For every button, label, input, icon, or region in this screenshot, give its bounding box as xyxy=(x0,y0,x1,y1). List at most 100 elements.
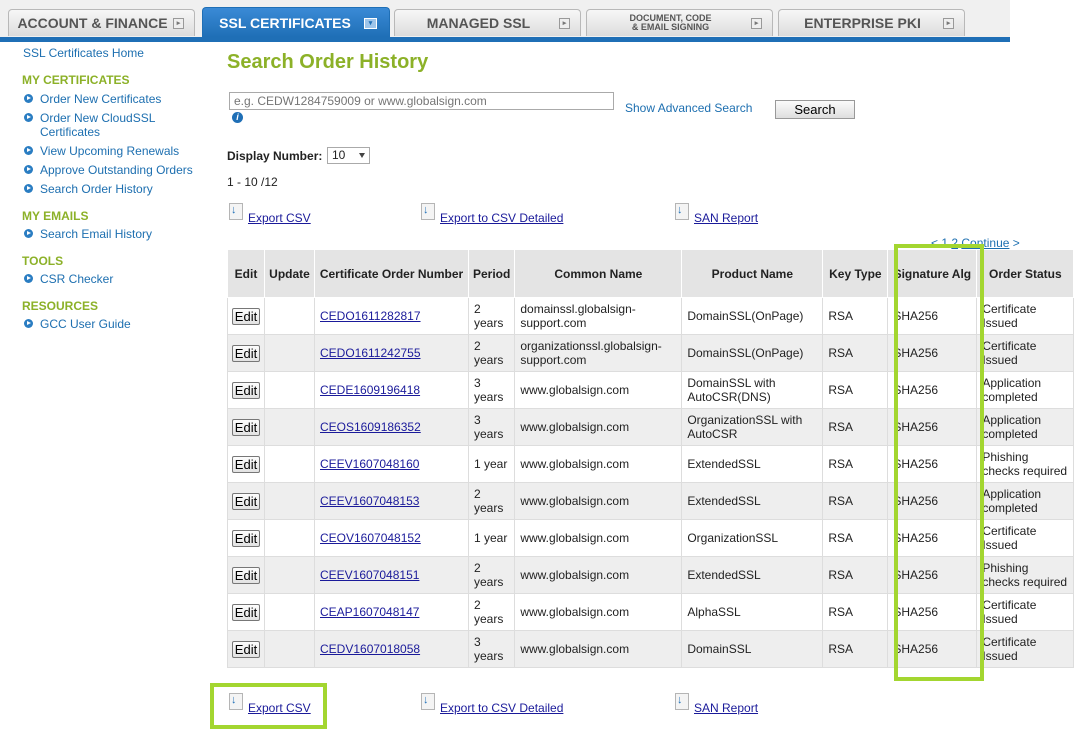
product-name-cell: ExtendedSSL xyxy=(681,445,824,483)
tab-document-code-email-signing[interactable]: DOCUMENT, CODE & EMAIL SIGNING ▸ xyxy=(586,9,773,36)
sidebar-item-approve-outstanding-orders[interactable]: Approve Outstanding Orders xyxy=(24,163,204,177)
display-number-label: Display Number: xyxy=(227,149,323,163)
order-number-link[interactable]: CEOS1609186352 xyxy=(320,420,421,434)
edit-button[interactable]: Edit xyxy=(231,529,261,547)
export-csv-detailed-top: Export to CSV Detailed xyxy=(421,203,563,225)
signature-alg-cell: SHA256 xyxy=(887,482,978,520)
export-csv-detailed-link[interactable]: Export to CSV Detailed xyxy=(440,211,563,225)
export-csv-link[interactable]: Export CSV xyxy=(248,211,311,225)
search-button[interactable]: Search xyxy=(775,100,855,119)
period-cell: 2 years xyxy=(467,482,516,520)
order-status-cell: Certificate Issued xyxy=(976,593,1075,631)
display-number-select[interactable]: 10 xyxy=(327,147,370,164)
product-name-cell: DomainSSL(OnPage) xyxy=(681,334,824,372)
edit-button[interactable]: Edit xyxy=(231,307,261,325)
edit-button[interactable]: Edit xyxy=(231,381,261,399)
col-header-signature-alg: Signature Alg xyxy=(887,249,978,298)
signature-alg-cell: SHA256 xyxy=(887,408,978,446)
signature-alg-cell: SHA256 xyxy=(887,445,978,483)
sidebar-item-gcc-user-guide[interactable]: GCC User Guide xyxy=(24,317,204,331)
tab-ssl-certificates[interactable]: SSL CERTIFICATES ▾ xyxy=(202,7,390,37)
sidebar-item-csr-checker[interactable]: CSR Checker xyxy=(24,272,204,286)
update-cell xyxy=(264,593,315,631)
period-cell: 2 years xyxy=(467,593,516,631)
order-number-link[interactable]: CEDO1611282817 xyxy=(320,309,421,323)
tab-dropdown-icon: ▾ xyxy=(364,18,377,29)
page-title: Search Order History xyxy=(227,51,429,73)
sidebar-item-search-email-history[interactable]: Search Email History xyxy=(24,227,204,241)
order-number-link[interactable]: CEEV1607048151 xyxy=(320,568,419,582)
order-number-link[interactable]: CEOV1607048152 xyxy=(320,531,421,545)
sidebar-item-search-order-history[interactable]: Search Order History xyxy=(24,182,204,196)
order-number-cell: CEDO1611282817 xyxy=(314,297,469,335)
order-number-cell: CEDE1609196418 xyxy=(314,371,469,409)
tab-enterprise-pki[interactable]: ENTERPRISE PKI ▸ xyxy=(778,9,965,36)
pager-suffix: > xyxy=(1012,236,1020,250)
order-number-link[interactable]: CEDV1607018058 xyxy=(320,642,420,656)
order-status-cell: Application completed xyxy=(976,408,1075,446)
key-type-cell: RSA xyxy=(822,630,889,668)
col-header-order-number: Certificate Order Number xyxy=(314,249,469,298)
tab-managed-ssl[interactable]: MANAGED SSL ▸ xyxy=(394,9,581,36)
sidebar-item-order-new-certificates[interactable]: Order New Certificates xyxy=(24,92,204,106)
pager-prefix[interactable]: < 1 xyxy=(931,236,948,250)
search-input[interactable] xyxy=(229,92,614,110)
download-file-icon xyxy=(229,693,243,710)
period-cell: 3 years xyxy=(467,630,516,668)
table-row: Edit CEAP1607048147 2 years www.globalsign.… xyxy=(227,593,1075,631)
table-row: Edit CEEV1607048151 2 years www.globalsign.… xyxy=(227,556,1075,594)
order-status-cell: Application completed xyxy=(976,371,1075,409)
period-cell: 3 years xyxy=(467,408,516,446)
col-header-product-name: Product Name xyxy=(681,249,824,298)
edit-button[interactable]: Edit xyxy=(231,418,261,436)
edit-button[interactable]: Edit xyxy=(231,492,261,510)
san-report-link[interactable]: SAN Report xyxy=(694,211,758,225)
period-cell: 2 years xyxy=(467,334,516,372)
common-name-cell: www.globalsign.com xyxy=(514,630,683,668)
order-number-link[interactable]: CEEV1607048160 xyxy=(320,457,419,471)
col-header-common-name: Common Name xyxy=(514,249,683,298)
sidebar-ssl-home-link[interactable]: SSL Certificates Home xyxy=(23,46,144,60)
sidebar-item-order-new-cloudssl[interactable]: Order New CloudSSL Certificates xyxy=(24,111,204,139)
san-report-link-bottom[interactable]: SAN Report xyxy=(694,701,758,715)
table-row: Edit CEDO1611242755 2 years organizationssl… xyxy=(227,334,1075,372)
edit-button[interactable]: Edit xyxy=(231,603,261,621)
period-cell: 1 year xyxy=(467,445,516,483)
col-header-update: Update xyxy=(264,249,315,298)
edit-button[interactable]: Edit xyxy=(231,455,261,473)
arrow-bullet-icon xyxy=(24,319,33,328)
product-name-cell: DomainSSL xyxy=(681,630,824,668)
order-number-link[interactable]: CEDE1609196418 xyxy=(320,383,420,397)
info-icon[interactable]: i xyxy=(232,112,243,123)
update-cell xyxy=(264,334,315,372)
signature-alg-cell: SHA256 xyxy=(887,334,978,372)
edit-button[interactable]: Edit xyxy=(231,640,261,658)
order-number-cell: CEAP1607048147 xyxy=(314,593,469,631)
export-csv-detailed-link-bottom[interactable]: Export to CSV Detailed xyxy=(440,701,563,715)
sidebar-heading-my-emails: MY EMAILS xyxy=(22,209,89,223)
sidebar-heading-my-certificates: MY CERTIFICATES xyxy=(22,73,130,87)
top-nav-tabs: ACCOUNT & FINANCE ▸ SSL CERTIFICATES ▾ M… xyxy=(0,0,1010,42)
pager-continue-link[interactable]: Continue xyxy=(961,236,1009,250)
tab-account-finance[interactable]: ACCOUNT & FINANCE ▸ xyxy=(8,9,195,36)
show-advanced-search-link[interactable]: Show Advanced Search xyxy=(625,101,752,115)
edit-cell: Edit xyxy=(227,593,265,631)
edit-button[interactable]: Edit xyxy=(231,344,261,362)
edit-cell: Edit xyxy=(227,334,265,372)
order-number-link[interactable]: CEEV1607048153 xyxy=(320,494,419,508)
product-name-cell: OrganizationSSL xyxy=(681,519,824,557)
order-number-link[interactable]: CEAP1607048147 xyxy=(320,605,419,619)
key-type-cell: RSA xyxy=(822,519,889,557)
order-number-cell: CEEV1607048160 xyxy=(314,445,469,483)
tab-arrow-icon: ▸ xyxy=(943,18,954,29)
common-name-cell: domainssl.globalsign-support.com xyxy=(514,297,683,335)
export-csv-link-bottom[interactable]: Export CSV xyxy=(248,701,311,715)
edit-button[interactable]: Edit xyxy=(231,566,261,584)
order-number-link[interactable]: CEDO1611242755 xyxy=(320,346,421,360)
product-name-cell: DomainSSL(OnPage) xyxy=(681,297,824,335)
download-file-icon xyxy=(675,693,689,710)
pager-page-2[interactable]: 2 xyxy=(951,236,958,250)
chevron-down-icon xyxy=(359,153,365,158)
sidebar-item-view-upcoming-renewals[interactable]: View Upcoming Renewals xyxy=(24,144,204,158)
update-cell xyxy=(264,630,315,668)
